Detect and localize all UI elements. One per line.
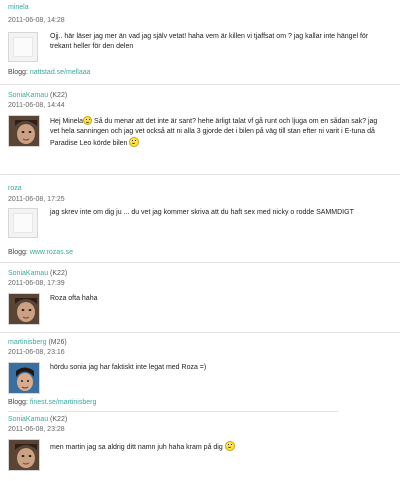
smiley-icon xyxy=(83,116,93,125)
comment-separator xyxy=(0,174,400,175)
comment-separator xyxy=(0,84,400,85)
blog-link[interactable]: finest.se/martinisberg xyxy=(30,399,97,406)
comment-text: Roza ofta haha xyxy=(50,295,98,302)
comment-author-link[interactable]: martinisberg xyxy=(8,339,47,346)
comment-author-line: roza xyxy=(8,185,22,192)
comment-date: 2011-06-08, 17:39 xyxy=(8,280,65,287)
comment-author-age: (M26) xyxy=(48,339,67,346)
comment-text: Hej Minela Så du menar att det inte är s… xyxy=(50,116,388,149)
avatar-photo xyxy=(9,440,39,470)
comment-text-part: Hej Minela xyxy=(50,118,84,125)
comment-author-line: SoniaKamau (K22) xyxy=(8,92,67,99)
blog-label: Blogg: xyxy=(8,249,28,256)
avatar-photo xyxy=(9,363,39,393)
comment-blog: Blogg: www.rozas.se xyxy=(8,249,73,256)
comment-author-link[interactable]: roza xyxy=(8,185,22,192)
smiley-icon xyxy=(129,137,140,147)
comment-text-part: men martin jag sa aldrig ditt namn juh h… xyxy=(50,444,225,451)
avatar-photo xyxy=(9,116,39,146)
avatar-placeholder-icon[interactable] xyxy=(8,208,38,238)
comment-date: 2011-06-08, 14:44 xyxy=(8,102,65,109)
comment-author-line: SoniaKamau (K22) xyxy=(8,270,67,277)
blog-label: Blogg: xyxy=(8,399,28,406)
comment-author-line: martinisberg (M26) xyxy=(8,339,67,346)
comment-author-link[interactable]: SoniaKamau xyxy=(8,92,48,99)
blog-link[interactable]: nattstad.se/mellaaa xyxy=(30,69,91,76)
avatar[interactable] xyxy=(8,439,40,471)
comment-blog: Blogg: nattstad.se/mellaaa xyxy=(8,69,91,76)
comment-separator xyxy=(0,262,400,263)
comment-separator xyxy=(0,332,400,333)
blog-link[interactable]: www.rozas.se xyxy=(30,249,73,256)
comment-date: 2011-06-08, 14:28 xyxy=(8,17,65,24)
comment-author-link[interactable]: SoniaKamau xyxy=(8,416,48,423)
smiley-icon xyxy=(224,441,235,451)
avatar-photo xyxy=(9,294,39,324)
comment-text: jag skrev inte om dig ju ... du vet jag … xyxy=(50,209,354,216)
avatar[interactable] xyxy=(8,115,40,147)
comment-author-link[interactable]: SoniaKamau xyxy=(8,270,48,277)
avatar[interactable] xyxy=(8,293,40,325)
comment-separator xyxy=(8,411,338,412)
comment-text: Ojj.. här läser jag mer än vad jag själv… xyxy=(50,33,369,50)
comment-author-link[interactable]: minela xyxy=(8,4,29,11)
comment-blog: Blogg: finest.se/martinisberg xyxy=(8,399,96,406)
comment-date: 2011-06-08, 23:28 xyxy=(8,426,65,433)
comment-author-age: (K22) xyxy=(50,92,68,99)
comment-date: 2011-06-08, 17:25 xyxy=(8,196,65,203)
comment-text-part: Så du menar att det inte är sant? hehe ä… xyxy=(50,118,378,147)
avatar[interactable] xyxy=(8,362,40,394)
avatar-placeholder-icon[interactable] xyxy=(8,32,38,62)
comment-author-line: minela xyxy=(8,4,29,11)
comment-text: men martin jag sa aldrig ditt namn juh h… xyxy=(50,441,388,453)
blog-label: Blogg: xyxy=(8,69,28,76)
comment-date: 2011-06-08, 23:16 xyxy=(8,349,65,356)
comment-author-age: (K22) xyxy=(50,270,68,277)
comment-author-age: (K22) xyxy=(50,416,68,423)
comment-author-line: SoniaKamau (K22) xyxy=(8,416,67,423)
comment-text: hördu sonia jag har faktiskt inte legat … xyxy=(50,364,207,371)
